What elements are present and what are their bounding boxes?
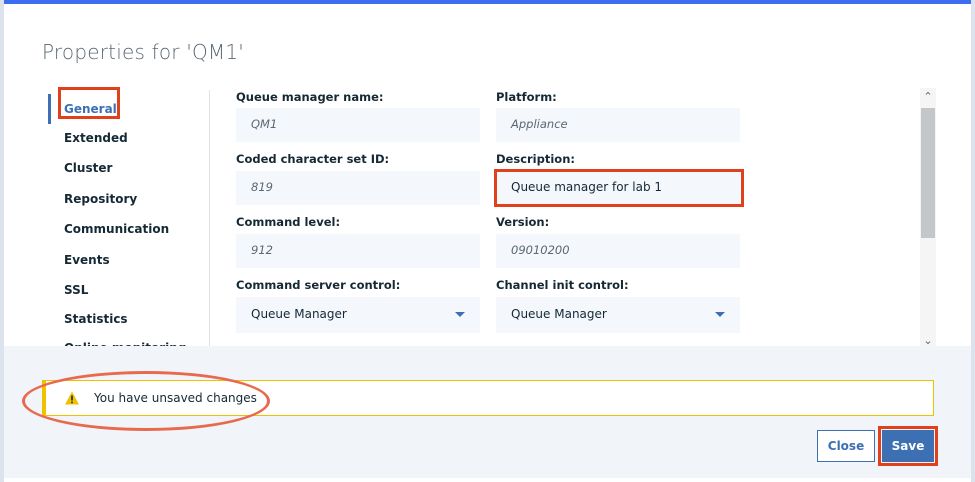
general-highlight-box bbox=[58, 87, 120, 119]
scroll-up-icon[interactable]: ⌃ bbox=[920, 90, 936, 103]
platform-label: Platform: bbox=[496, 90, 557, 104]
scrollbar-thumb[interactable] bbox=[921, 108, 935, 238]
save-highlight-box bbox=[878, 426, 938, 466]
dialog-footer: You have unsaved changes Close Save bbox=[4, 346, 971, 478]
background-edge-right bbox=[971, 0, 975, 482]
nav-active-indicator bbox=[48, 94, 51, 124]
dialog-title: Properties for 'QM1' bbox=[42, 40, 245, 64]
unsaved-changes-notification: You have unsaved changes bbox=[22, 371, 934, 431]
qm-name-label: Queue manager name: bbox=[236, 90, 384, 104]
nav-item-events[interactable]: Events bbox=[64, 253, 110, 267]
platform-value: Appliance bbox=[496, 108, 740, 142]
notification-highlight-oval bbox=[22, 371, 270, 431]
nav-item-communication[interactable]: Communication bbox=[64, 222, 169, 236]
channel-init-label: Channel init control: bbox=[496, 278, 629, 292]
nav-item-cluster[interactable]: Cluster bbox=[64, 161, 112, 175]
version-label: Version: bbox=[496, 215, 550, 229]
nav-item-statistics[interactable]: Statistics bbox=[64, 312, 128, 326]
nav-item-repository[interactable]: Repository bbox=[64, 192, 137, 206]
description-highlight-box bbox=[494, 169, 744, 207]
form-scrollbar[interactable]: ⌃ ⌄ bbox=[920, 88, 936, 350]
ccsid-label: Coded character set ID: bbox=[236, 152, 390, 166]
version-value: 09010200 bbox=[496, 234, 740, 268]
channel-init-select[interactable]: Queue Manager bbox=[496, 297, 740, 333]
nav-item-extended[interactable]: Extended bbox=[64, 131, 128, 145]
close-button[interactable]: Close bbox=[817, 430, 875, 462]
command-server-select-value: Queue Manager bbox=[251, 307, 347, 321]
command-server-label: Command server control: bbox=[236, 278, 401, 292]
ccsid-value: 819 bbox=[236, 171, 480, 205]
nav-item-ssl[interactable]: SSL bbox=[64, 283, 88, 297]
properties-nav: General Extended Cluster Repository Comm… bbox=[48, 87, 210, 355]
chevron-down-icon bbox=[455, 312, 465, 317]
qm-name-value: QM1 bbox=[236, 108, 480, 142]
command-server-select[interactable]: Queue Manager bbox=[236, 297, 480, 333]
properties-form: Queue manager name: QM1 Platform: Applia… bbox=[236, 88, 926, 350]
command-level-value: 912 bbox=[236, 234, 480, 268]
channel-init-select-value: Queue Manager bbox=[511, 307, 607, 321]
description-label: Description: bbox=[496, 152, 575, 166]
properties-dialog: Properties for 'QM1' General Extended Cl… bbox=[4, 4, 971, 478]
chevron-down-icon bbox=[715, 312, 725, 317]
command-level-label: Command level: bbox=[236, 215, 341, 229]
